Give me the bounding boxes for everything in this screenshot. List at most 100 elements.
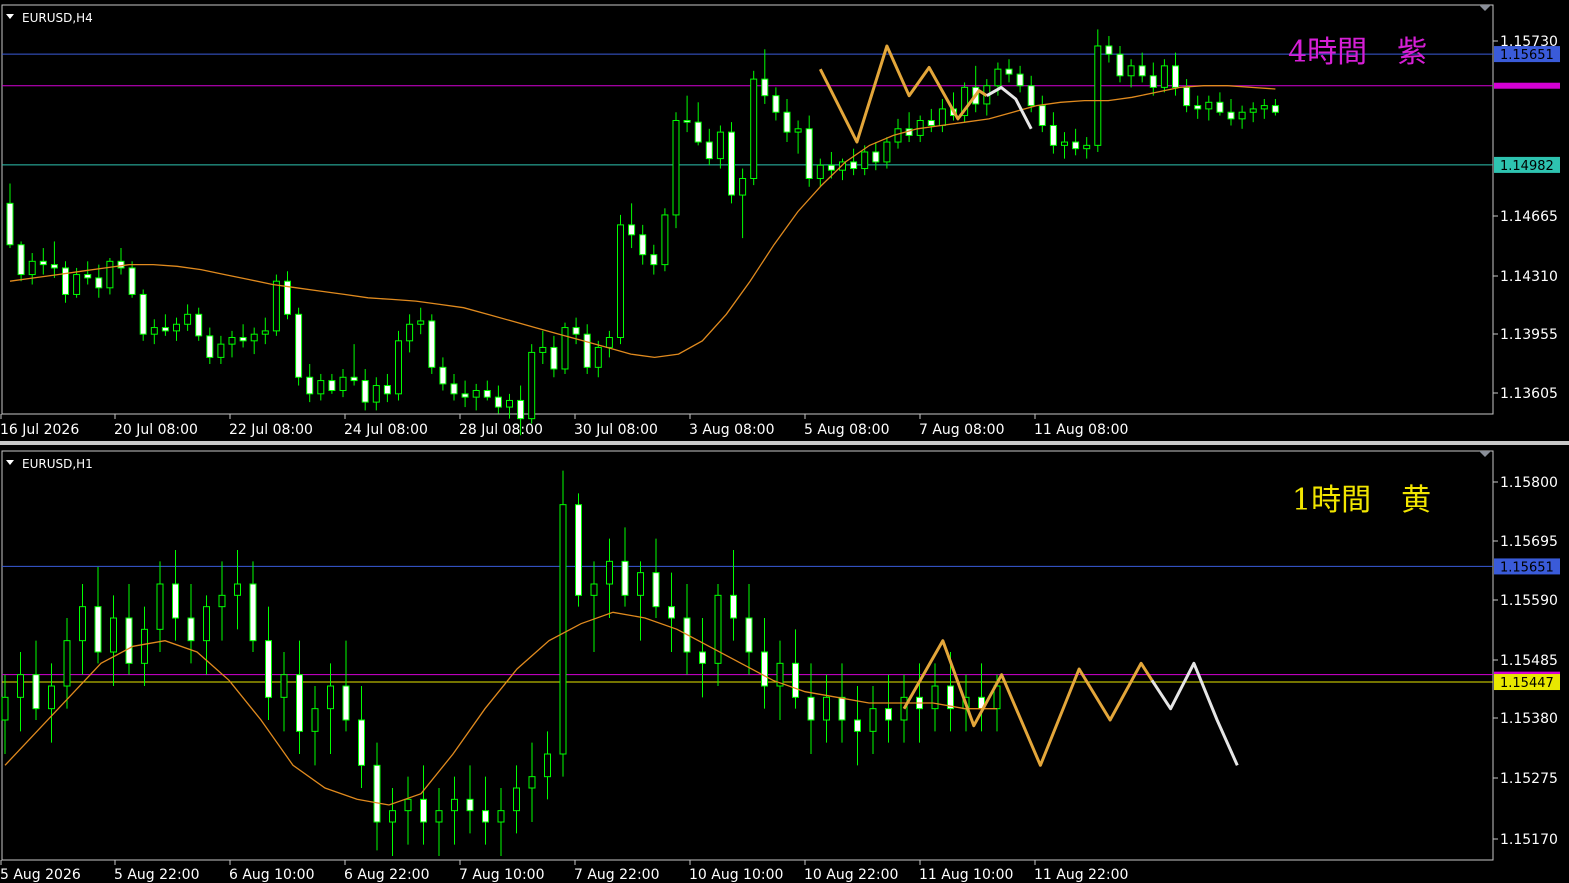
candle	[683, 95, 691, 133]
candle	[1127, 59, 1135, 88]
candle	[794, 120, 802, 154]
candle	[978, 663, 985, 732]
candle-body-bull	[141, 628, 148, 664]
candle-body-bull	[1094, 45, 1102, 146]
candle	[1205, 95, 1213, 121]
candle	[628, 203, 636, 249]
candle-body-bear	[807, 696, 815, 721]
candle-body-bear	[6, 202, 14, 246]
pane-title-h4: EURUSD,H4	[22, 11, 93, 25]
candle	[472, 383, 480, 411]
candle	[714, 584, 722, 686]
y-tick-label: 1.15275	[1500, 771, 1558, 787]
candle-body-bear	[466, 798, 474, 812]
moving-average-line	[4, 611, 997, 806]
candle	[816, 158, 824, 187]
candle	[621, 527, 629, 607]
price-marker-magenta	[1494, 82, 1560, 89]
candle	[668, 572, 675, 652]
candle	[395, 330, 402, 401]
price-tag-text-teal: 1.14982	[1500, 159, 1554, 174]
candle	[1038, 95, 1046, 133]
candle-body-bull	[594, 346, 602, 368]
y-tick-label: 1.15380	[1500, 711, 1558, 727]
candle-body-bear	[1172, 65, 1179, 88]
candle-body-bear	[699, 651, 706, 664]
price-tag-text-blue: 1.15651	[1500, 48, 1554, 63]
candle-body-bull	[1249, 108, 1257, 113]
candle	[272, 274, 280, 336]
candle	[372, 377, 380, 411]
candle	[218, 561, 226, 641]
x-tick-label: 7 Aug 08:00	[919, 422, 1005, 438]
candle-body-bull	[48, 685, 55, 710]
candle-body-bull	[218, 594, 226, 608]
candle	[639, 224, 647, 265]
candle	[776, 640, 784, 720]
candle-body-bull	[1083, 144, 1091, 150]
candle	[1061, 132, 1068, 159]
candle-body-bear	[32, 674, 40, 710]
candle	[617, 214, 624, 345]
candle-body-bear	[483, 390, 491, 398]
candle	[48, 663, 55, 743]
pane-divider[interactable]	[0, 441, 1569, 445]
x-tick-label: 11 Aug 08:00	[1034, 422, 1128, 438]
candle-body-bear	[1227, 111, 1235, 120]
candle-body-bull	[150, 327, 158, 335]
candle	[506, 393, 513, 419]
candle-body-bear	[761, 78, 769, 97]
candle	[79, 584, 86, 675]
candle	[1227, 98, 1235, 126]
candle-body-bull	[1260, 105, 1268, 110]
candle-body-bull	[311, 708, 319, 732]
candle-body-bear	[17, 244, 25, 276]
candle	[594, 340, 602, 378]
candle-body-bear	[854, 719, 861, 732]
timeframe-label-h1: 1時間 黄	[1292, 483, 1431, 518]
candle-body-bull	[938, 108, 946, 126]
candle-body-bull	[110, 617, 117, 653]
candle-body-bull	[617, 224, 624, 339]
candle-body-bear	[683, 120, 691, 123]
candle-body-bear	[761, 651, 768, 687]
forecast-line	[986, 85, 1033, 130]
candle-body-bull	[106, 260, 114, 289]
candle-body-bull	[672, 120, 680, 216]
candle-body-bear	[694, 121, 702, 143]
candle-body-bull	[184, 313, 192, 325]
candle	[117, 248, 125, 275]
candle	[250, 327, 258, 355]
candle	[694, 102, 702, 146]
candle-body-bear	[728, 131, 735, 196]
candle-body-bear	[885, 708, 892, 721]
candle-body-bear	[139, 293, 147, 335]
candle-body-bear	[772, 95, 780, 113]
candle	[1160, 59, 1168, 93]
candle	[539, 330, 547, 365]
candle	[716, 125, 724, 169]
candle	[17, 241, 25, 282]
candle	[94, 567, 102, 664]
price-tag-text-yellow: 1.15447	[1500, 676, 1554, 691]
candle	[439, 357, 447, 391]
candle	[792, 629, 799, 709]
candle	[1005, 59, 1013, 83]
candle	[854, 686, 861, 766]
candle	[883, 137, 891, 169]
candle-body-bear	[652, 572, 660, 608]
candle-body-bear	[249, 583, 257, 642]
candle	[850, 148, 858, 176]
candle	[513, 765, 520, 834]
candle-body-bear	[1027, 85, 1035, 107]
candle	[872, 142, 880, 171]
candle	[106, 257, 114, 295]
candle	[156, 561, 164, 652]
candle-body-bear	[1216, 101, 1224, 113]
candle	[750, 70, 758, 186]
candle-body-bear	[358, 719, 365, 766]
x-tick-label: 20 Jul 08:00	[114, 422, 198, 438]
candle-body-bull	[280, 674, 288, 698]
candle-body-bull	[17, 674, 24, 698]
y-tick-label: 1.15695	[1500, 534, 1558, 550]
